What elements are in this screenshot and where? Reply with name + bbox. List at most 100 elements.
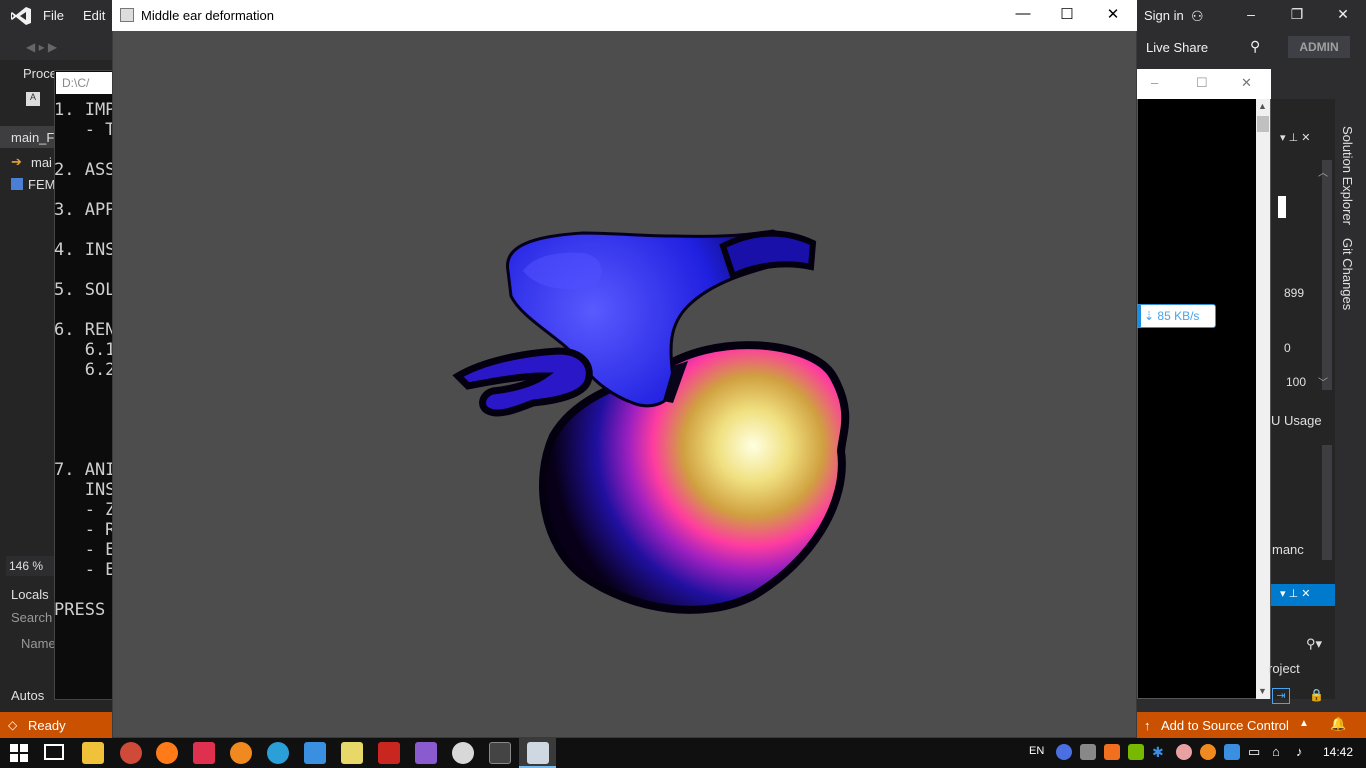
search-icon[interactable]: ⚲▾	[1306, 636, 1322, 652]
sync-icon[interactable]: ⇥	[1272, 688, 1290, 704]
memory-value-min: 0	[1284, 341, 1291, 355]
locals-search-input[interactable]: Search	[11, 610, 52, 625]
panel-dropdown-icon[interactable]: ▾ ⊥ ✕	[1280, 131, 1310, 144]
network-icon[interactable]: ⌂	[1272, 744, 1280, 759]
se-dropdown-icon[interactable]: ▾ ⊥ ✕	[1280, 587, 1310, 600]
tray-icon-5[interactable]	[1200, 744, 1216, 760]
live-share-button[interactable]: Live Share	[1146, 40, 1208, 55]
performance-label: manc	[1272, 542, 1304, 557]
tray-icon-3[interactable]	[1104, 744, 1120, 760]
minimize-icon[interactable]: –	[1151, 75, 1158, 90]
nvidia-icon[interactable]	[1128, 744, 1144, 760]
tray-icon-6[interactable]	[1224, 744, 1240, 760]
person-add-icon[interactable]: ⚇	[1191, 8, 1204, 25]
admin-badge[interactable]: ADMIN	[1288, 36, 1350, 58]
nav-item-fem[interactable]: FEM	[28, 177, 55, 192]
diagnostics-window[interactable]	[1137, 69, 1271, 699]
file-explorer-icon[interactable]	[82, 742, 104, 764]
window-app-icon	[120, 8, 134, 22]
notification-bell-icon[interactable]: 🔔	[1330, 716, 1346, 732]
vs-close-button[interactable]: ✕	[1333, 6, 1353, 23]
add-to-source-control-button[interactable]: Add to Source Control	[1161, 718, 1289, 733]
edge-icon[interactable]	[267, 742, 289, 764]
stapes	[452, 347, 593, 417]
render-window-taskbar-icon[interactable]	[527, 742, 549, 764]
sign-in-link[interactable]: Sign in	[1144, 8, 1184, 23]
firefox-icon[interactable]	[156, 742, 178, 764]
console-line: - Z	[54, 500, 116, 520]
console-title: D:\C/	[56, 72, 114, 94]
locals-tab-title[interactable]: Locals	[11, 587, 49, 602]
battery-icon[interactable]: ▭	[1248, 744, 1260, 760]
debug-target-icon[interactable]: A	[26, 92, 40, 106]
settings-gear-icon[interactable]	[452, 742, 474, 764]
notepad-icon[interactable]	[341, 742, 363, 764]
right-scrollbar-2[interactable]	[1322, 445, 1332, 560]
status-ready: Ready	[28, 718, 66, 733]
zoom-level[interactable]: 146 %	[9, 559, 43, 573]
maximize-icon[interactable]: ☐	[1196, 75, 1208, 91]
tray-icon-4[interactable]	[1176, 744, 1192, 760]
autos-tab[interactable]: Autos	[11, 688, 44, 703]
console-line: 7. ANI	[54, 460, 116, 480]
solution-explorer-tab[interactable]: Solution Explorer	[1340, 126, 1355, 225]
feedback-icon[interactable]: ⚲	[1250, 38, 1260, 55]
console-taskbar-icon[interactable]	[489, 742, 511, 764]
vs-minimize-button[interactable]: –	[1241, 6, 1261, 22]
status-icon: ◇	[8, 718, 18, 732]
console-line: - T	[54, 120, 116, 140]
download-speed-text: ⇣ 85 KB/s	[1144, 309, 1200, 323]
close-icon[interactable]: ✕	[1241, 75, 1252, 91]
console-line: 6. REN	[54, 320, 116, 340]
caret-up-icon[interactable]: ▲	[1299, 718, 1309, 729]
tray-language[interactable]: EN	[1029, 745, 1044, 757]
volume-icon[interactable]: ♪	[1296, 744, 1303, 759]
arrow-right-icon: ➔	[11, 154, 22, 169]
3d-viewport[interactable]	[113, 31, 1136, 737]
up-arrow-icon: ↑	[1144, 718, 1151, 733]
right-scrollbar[interactable]	[1322, 160, 1332, 390]
visual-studio-logo-icon[interactable]	[10, 6, 32, 26]
maximize-button[interactable]: ☐	[1056, 5, 1078, 23]
vertical-scrollbar[interactable]	[1256, 99, 1270, 699]
cpu-value-max: 100	[1286, 375, 1307, 389]
app-icon-1[interactable]	[120, 742, 142, 764]
task-view-icon[interactable]	[44, 744, 64, 760]
chevron-up-icon[interactable]: ︿	[1318, 164, 1328, 179]
visual-studio-taskbar-icon[interactable]	[415, 742, 437, 764]
tray-clock[interactable]: 14:42	[1323, 745, 1353, 759]
incus-process	[719, 230, 817, 281]
scroll-down-icon[interactable]: ▼	[1258, 686, 1267, 696]
console-line: 1. IMP	[54, 100, 116, 120]
app-icon-2[interactable]	[193, 742, 215, 764]
render-window-title: Middle ear deformation	[141, 8, 274, 23]
nav-item-main[interactable]: mai	[31, 155, 52, 170]
close-button[interactable]: ✕	[1102, 5, 1124, 23]
chevron-down-icon[interactable]: ﹀	[1318, 374, 1328, 389]
console-line: - E	[54, 540, 116, 560]
console-line: PRESS	[54, 600, 106, 620]
timeline-marker[interactable]	[1278, 196, 1286, 218]
menu-file[interactable]: File	[43, 8, 64, 23]
console-line: 3. APP	[54, 200, 116, 220]
bluetooth-icon[interactable]: ✱	[1152, 744, 1164, 761]
tray-icon-2[interactable]	[1080, 744, 1096, 760]
memory-value-max: 899	[1284, 286, 1305, 300]
download-speed-value: 85 KB/s	[1157, 309, 1200, 323]
tray-icon-1[interactable]	[1056, 744, 1072, 760]
console-line: 2. ASS	[54, 160, 116, 180]
menu-edit[interactable]: Edit	[83, 8, 105, 23]
minimize-button[interactable]: —	[1012, 5, 1034, 22]
vs-restore-button[interactable]: ❐	[1287, 6, 1307, 23]
git-changes-tab[interactable]: Git Changes	[1340, 238, 1355, 310]
windows-start-icon[interactable]	[10, 744, 28, 765]
search-app-icon[interactable]	[230, 742, 252, 764]
lock-icon[interactable]: 🔒	[1309, 688, 1324, 702]
app-icon-3[interactable]	[304, 742, 326, 764]
console-line: - R	[54, 520, 116, 540]
class-icon	[11, 178, 23, 190]
scrollbar-thumb[interactable]	[1257, 116, 1269, 132]
scroll-up-icon[interactable]: ▲	[1258, 101, 1267, 111]
pdf-reader-icon[interactable]	[378, 742, 400, 764]
nav-back-icon[interactable]: ◀ ▸ ▶	[26, 40, 57, 54]
